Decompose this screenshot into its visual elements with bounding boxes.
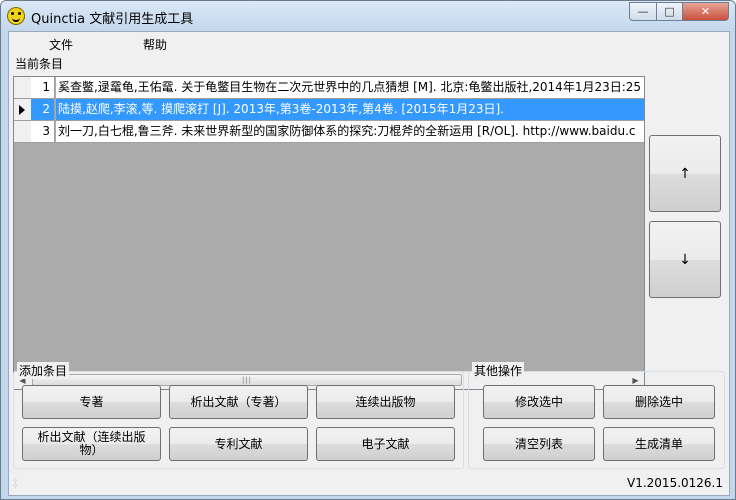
row-number: 2 xyxy=(31,99,55,120)
clear-list-button[interactable]: 清空列表 xyxy=(483,427,595,461)
arrow-down-icon: ↓ xyxy=(679,251,691,268)
minimize-icon: — xyxy=(637,5,649,18)
generate-list-button[interactable]: 生成清单 xyxy=(603,427,715,461)
add-patent-button[interactable]: 专利文献 xyxy=(169,427,308,461)
title-bar: Quinctia 文献引用生成工具 — □ ✕ xyxy=(1,1,735,31)
close-button[interactable]: ✕ xyxy=(683,2,729,21)
window-title: Quinctia 文献引用生成工具 xyxy=(31,12,194,27)
status-bar: ⁘ ⁘ V1.2015.0126.1 xyxy=(9,473,729,495)
close-icon: ✕ xyxy=(700,5,711,18)
add-analytic-monograph-button[interactable]: 析出文献（专著） xyxy=(169,385,308,419)
delete-selected-button[interactable]: 删除选中 xyxy=(603,385,715,419)
client-area: 文件 帮助 当前条目 1 奚查鳖,逯鼋龟,王佑鼋. 关于龟鳖目生物在二次元世界中… xyxy=(8,31,730,496)
add-electronic-button[interactable]: 电子文献 xyxy=(316,427,455,461)
row-number: 1 xyxy=(31,77,55,98)
table-row[interactable]: 1 奚查鳖,逯鼋龟,王佑鼋. 关于龟鳖目生物在二次元世界中的几点猜想 [M]. … xyxy=(14,77,644,99)
current-items-label: 当前条目 xyxy=(13,55,66,72)
entries-grid[interactable]: 1 奚查鳖,逯鼋龟,王佑鼋. 关于龟鳖目生物在二次元世界中的几点猜想 [M]. … xyxy=(13,76,645,390)
caption-buttons: — □ ✕ xyxy=(629,2,729,22)
maximize-button[interactable]: □ xyxy=(657,2,683,21)
add-serial-button[interactable]: 连续出版物 xyxy=(316,385,455,419)
row-citation[interactable]: 陆摸,赵爬,李滚,等. 摸爬滚打 [J]. 2013年,第3卷-2013年,第4… xyxy=(56,99,644,120)
menu-help[interactable]: 帮助 xyxy=(143,36,167,53)
smiley-app-icon xyxy=(7,7,25,25)
table-row-selected[interactable]: 2 陆摸,赵爬,李滚,等. 摸爬滚打 [J]. 2013年,第3卷-2013年,… xyxy=(14,99,644,121)
arrow-up-icon: ↑ xyxy=(679,165,691,182)
minimize-button[interactable]: — xyxy=(629,2,657,21)
table-row[interactable]: 3 刘一刀,白七棍,鲁三斧. 未来世界新型的国家防御体系的探究:刀棍斧的全新运用… xyxy=(14,121,644,143)
app-window: Quinctia 文献引用生成工具 — □ ✕ 文件 帮助 当前条目 1 奚查鳖… xyxy=(0,0,736,500)
add-analytic-serial-button[interactable]: 析出文献（连续出版物） xyxy=(22,427,161,461)
row-header[interactable] xyxy=(14,99,32,120)
edit-selected-button[interactable]: 修改选中 xyxy=(483,385,595,419)
add-monograph-button[interactable]: 专著 xyxy=(22,385,161,419)
row-header[interactable] xyxy=(14,77,32,98)
menu-bar: 文件 帮助 xyxy=(9,32,729,54)
row-citation[interactable]: 奚查鳖,逯鼋龟,王佑鼋. 关于龟鳖目生物在二次元世界中的几点猜想 [M]. 北京… xyxy=(56,77,644,98)
menu-file[interactable]: 文件 xyxy=(49,36,73,53)
version-label: V1.2015.0126.1 xyxy=(627,476,723,490)
move-up-button[interactable]: ↑ xyxy=(649,135,721,212)
row-citation[interactable]: 刘一刀,白七棍,鲁三斧. 未来世界新型的国家防御体系的探究:刀棍斧的全新运用 [… xyxy=(56,121,644,142)
current-row-pointer-icon xyxy=(19,105,25,115)
other-actions-label: 其他操作 xyxy=(472,362,525,379)
move-down-button[interactable]: ↓ xyxy=(649,221,721,298)
resize-grip-icon[interactable]: ⁘ ⁘ xyxy=(12,477,22,490)
row-header[interactable] xyxy=(14,121,32,142)
maximize-icon: □ xyxy=(664,5,675,18)
add-entries-label: 添加条目 xyxy=(17,362,70,379)
row-number: 3 xyxy=(31,121,55,142)
